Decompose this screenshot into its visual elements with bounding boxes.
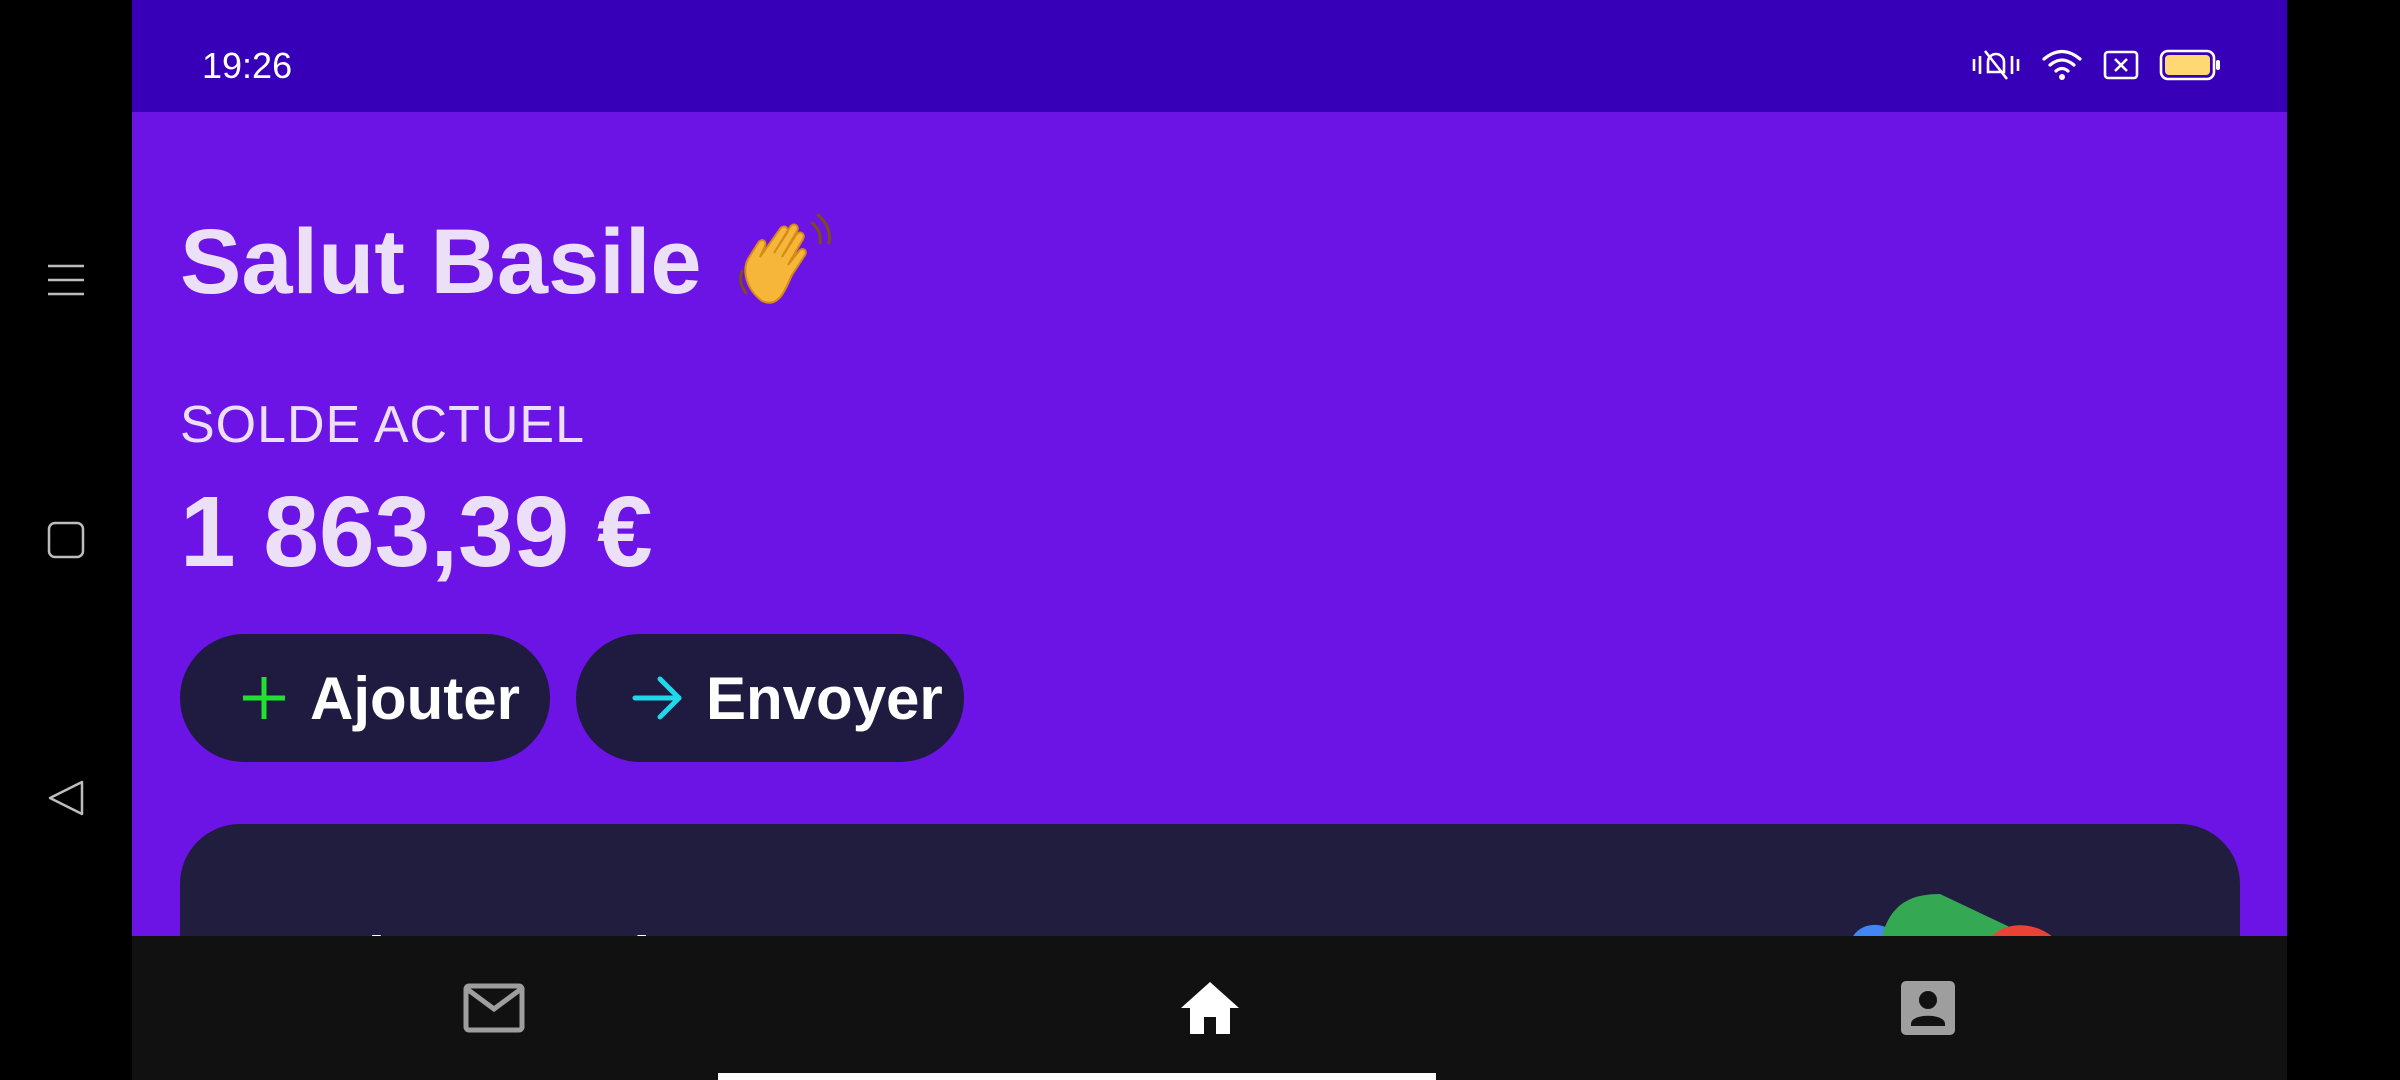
send-button-label: Envoyer — [706, 664, 943, 732]
menu-icon[interactable] — [44, 258, 88, 302]
mail-icon — [463, 983, 525, 1033]
home-icon — [1181, 982, 1239, 1034]
mute-vibrate-icon — [1971, 48, 2021, 82]
back-triangle-icon[interactable] — [44, 776, 88, 820]
add-button-label: Ajouter — [310, 664, 520, 732]
bottom-navigation — [132, 936, 2287, 1080]
balance-label: SOLDE ACTUEL — [180, 396, 586, 454]
nav-profile-button[interactable] — [1892, 972, 1964, 1044]
nav-home-button[interactable] — [1174, 972, 1246, 1044]
square-icon[interactable] — [44, 518, 88, 562]
plus-icon — [243, 677, 285, 719]
profile-icon — [1901, 981, 1955, 1035]
phone-screen: 19:26 Salut Basile SOLDE ACTUEL 1 863,39… — [132, 0, 2287, 1080]
sim-off-icon — [2103, 50, 2139, 80]
waving-hand-icon — [732, 209, 838, 315]
arrow-right-icon — [632, 676, 682, 720]
battery-icon — [2159, 48, 2221, 82]
system-navigation-bar — [0, 0, 132, 1080]
add-money-button[interactable]: Ajouter — [180, 634, 550, 762]
status-icons — [1971, 48, 2221, 82]
home-content: Salut Basile SOLDE ACTUEL 1 863,39 € Ajo… — [132, 112, 2287, 1080]
wifi-icon — [2041, 48, 2083, 82]
send-money-button[interactable]: Envoyer — [576, 634, 964, 762]
nav-mail-button[interactable] — [458, 972, 530, 1044]
status-bar: 19:26 — [132, 0, 2287, 112]
greeting-text: Salut Basile — [180, 211, 702, 313]
greeting-heading: Salut Basile — [180, 207, 838, 317]
balance-amount: 1 863,39 € — [180, 476, 653, 588]
screen-edge — [2287, 0, 2400, 1080]
status-time: 19:26 — [202, 45, 293, 86]
home-indicator-bar[interactable] — [718, 1073, 1436, 1080]
